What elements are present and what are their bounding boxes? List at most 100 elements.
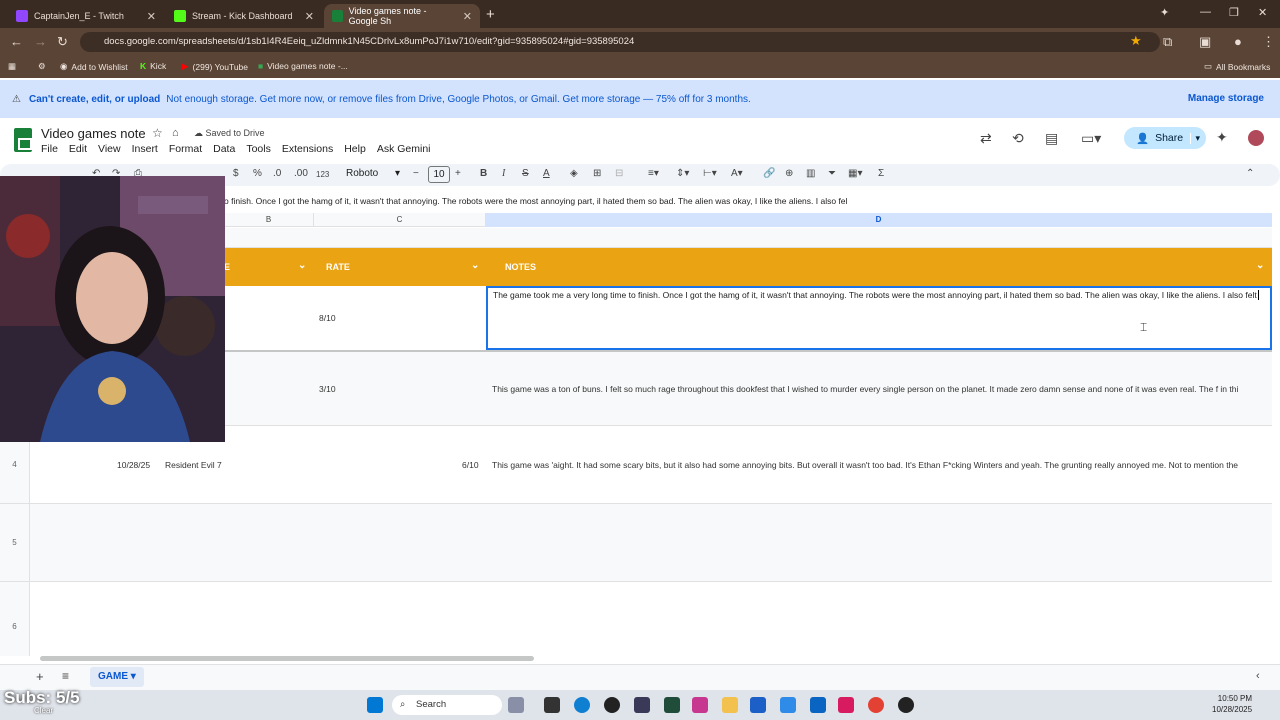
filter-icon[interactable]: ⏷ (828, 168, 836, 179)
chrome-icon[interactable] (868, 697, 884, 713)
copilot-icon[interactable] (692, 697, 708, 713)
sheet-edits-icon[interactable]: ⇄ (980, 130, 992, 147)
chevron-down-icon[interactable]: ⌄ (1256, 260, 1264, 271)
align-icon[interactable]: ≡▾ (648, 168, 659, 179)
menu-insert[interactable]: Insert (132, 143, 158, 155)
manage-storage-button[interactable]: Manage storage (1188, 93, 1264, 104)
date-cell[interactable]: 10/28/25 (117, 460, 150, 470)
text-color-icon[interactable]: A (543, 168, 550, 179)
notes-cell[interactable]: This game was a ton of buns. I felt so m… (492, 384, 1272, 394)
menu-ask-gemini[interactable]: Ask Gemini (377, 143, 431, 155)
row-number[interactable]: 5 (0, 504, 30, 581)
decrease-decimal-button[interactable]: .0 (273, 168, 281, 179)
menu-data[interactable]: Data (213, 143, 235, 155)
column-header-b[interactable]: B (224, 213, 314, 227)
all-bookmarks[interactable]: ▭ All Bookmarks (1204, 61, 1270, 72)
notes-cell[interactable]: This game was 'aight. It had some scary … (492, 460, 1272, 470)
chart-icon[interactable]: ▥ (806, 168, 815, 179)
window-close-icon[interactable]: ✕ (1258, 6, 1267, 19)
strikethrough-icon[interactable]: S (522, 168, 529, 179)
obs-icon[interactable] (604, 697, 620, 713)
4k-app-icon[interactable] (898, 697, 914, 713)
back-icon[interactable]: ← (10, 34, 23, 49)
italic-icon[interactable]: I (502, 168, 505, 179)
rate-cell[interactable]: 3/10 (319, 384, 336, 394)
borders-icon[interactable]: ⊞ (593, 168, 601, 179)
move-icon[interactable]: ⌂ (172, 127, 179, 139)
taskbar-clock[interactable]: 10:50 PM 10/28/2025 (1212, 693, 1252, 715)
gemini-icon[interactable]: ✦ (1216, 129, 1228, 146)
bookmark-kick[interactable]: K Kick (140, 61, 166, 71)
reload-icon[interactable]: ↻ (57, 34, 68, 50)
maximize-icon[interactable]: ❐ (1229, 6, 1239, 19)
widgets-icon[interactable] (508, 697, 524, 713)
profile-icon[interactable]: ● (1234, 34, 1242, 49)
collapse-toolbar-icon[interactable]: ⌃ (1246, 168, 1254, 179)
menu-file[interactable]: File (41, 143, 58, 155)
percent-button[interactable]: % (253, 168, 262, 179)
tiktok-icon[interactable] (838, 697, 854, 713)
close-icon[interactable]: ✕ (147, 10, 156, 23)
gemini-icon[interactable]: ✦ (1160, 6, 1169, 19)
store-icon[interactable] (750, 697, 766, 713)
side-panel-icon[interactable]: ▣ (1199, 34, 1211, 50)
menu-view[interactable]: View (98, 143, 121, 155)
increase-decimal-button[interactable]: .00 (294, 168, 308, 179)
functions-icon[interactable]: Σ (878, 168, 884, 179)
chevron-down-icon[interactable]: ⌄ (471, 260, 479, 271)
terminal-icon[interactable] (664, 697, 680, 713)
active-notes-cell[interactable]: The game took me a very long time to fin… (486, 286, 1272, 350)
star-icon[interactable]: ☆ (152, 126, 163, 140)
close-icon[interactable]: ✕ (305, 10, 314, 23)
chevron-down-icon[interactable]: ▾ (1190, 132, 1200, 144)
edge-icon[interactable] (574, 697, 590, 713)
sheets-logo-icon[interactable] (14, 128, 32, 152)
bookmark-wishlist[interactable]: ◉ Add to Wishlist (60, 61, 128, 72)
tab-sheets[interactable]: Video games note - Google Sh ✕ (324, 4, 480, 28)
taskbar-search[interactable]: ⌕ Search (392, 695, 502, 715)
game-cell[interactable]: Resident Evil 7 (165, 460, 222, 470)
horizontal-scrollbar[interactable] (40, 656, 534, 661)
share-button[interactable]: 👤 Share ▾ (1124, 127, 1206, 149)
menu-edit[interactable]: Edit (69, 143, 87, 155)
outlook-icon[interactable] (810, 697, 826, 713)
font-size-input[interactable]: 10 (428, 166, 450, 183)
comments-icon[interactable]: ▤ (1045, 130, 1058, 147)
vscode-icon[interactable] (780, 697, 796, 713)
avatar[interactable] (1246, 128, 1266, 148)
app-icon[interactable] (634, 697, 650, 713)
add-sheet-icon[interactable]: + (36, 669, 44, 684)
sheet-tab-game[interactable]: GAME ▾ (90, 667, 144, 687)
wrap-icon[interactable]: ⊢▾ (703, 168, 717, 179)
bold-icon[interactable]: B (480, 168, 487, 179)
comment-icon[interactable]: ⊕ (785, 168, 793, 179)
banner-message[interactable]: Not enough storage. Get more now, or rem… (166, 94, 751, 105)
chevron-left-icon[interactable]: ‹ (1256, 670, 1260, 682)
row-number[interactable]: 6 (0, 582, 30, 656)
menu-tools[interactable]: Tools (246, 143, 271, 155)
merge-cells-icon[interactable]: ⊟ (615, 168, 623, 179)
bookmark-sheets[interactable]: ■ Video games note -... (258, 61, 348, 71)
increase-font-size-icon[interactable]: + (455, 168, 461, 179)
formula-bar[interactable]: o finish. Once I got the hamg of it, it … (224, 196, 1280, 210)
menu-help[interactable]: Help (344, 143, 366, 155)
document-title[interactable]: Video games note (41, 126, 146, 141)
meet-icon[interactable]: ▭▾ (1081, 130, 1101, 147)
bookmark-star-icon[interactable]: ★ (1130, 33, 1142, 49)
bookmark-youtube[interactable]: ▶ (299) YouTube (182, 61, 248, 72)
menu-format[interactable]: Format (169, 143, 202, 155)
task-view-icon[interactable] (544, 697, 560, 713)
decrease-font-size-icon[interactable]: − (413, 168, 419, 179)
windows-start-icon[interactable] (367, 697, 383, 713)
rotate-icon[interactable]: A▾ (731, 168, 743, 179)
vertical-align-icon[interactable]: ⇕▾ (676, 168, 689, 179)
rate-cell[interactable]: 8/10 (319, 313, 336, 323)
filter-views-icon[interactable]: ▦▾ (848, 168, 862, 179)
chevron-down-icon[interactable]: ⌄ (298, 260, 306, 271)
bookmark-settings-icon[interactable]: ⚙ (38, 61, 46, 72)
column-header-c[interactable]: C (314, 213, 486, 227)
history-icon[interactable]: ⟲ (1012, 130, 1024, 147)
browser-menu-icon[interactable]: ⋮ (1262, 34, 1275, 50)
forward-icon[interactable]: → (34, 34, 47, 49)
new-tab-icon[interactable]: + (486, 6, 495, 23)
